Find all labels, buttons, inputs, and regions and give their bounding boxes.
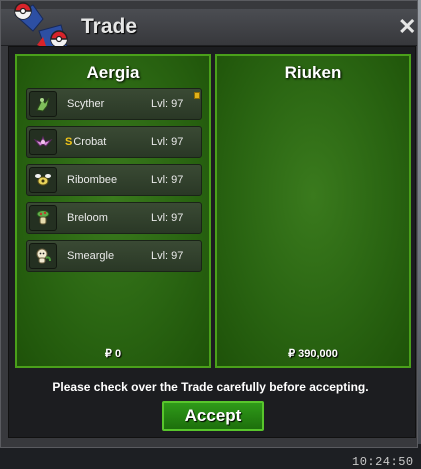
pokemon-name: Breloom — [67, 212, 108, 224]
pokemon-slot-breloom[interactable]: Breloom Lvl: 97 — [26, 202, 202, 234]
right-money-offer: ₽ 390,000 — [288, 348, 338, 360]
pokemon-name: Ribombee — [67, 174, 118, 186]
ribombee-icon — [29, 167, 57, 193]
scyther-icon — [29, 91, 57, 117]
held-item-icon — [194, 92, 200, 99]
pokemon-level: Lvl: 97 — [151, 250, 184, 262]
left-player-name: Aergia — [86, 63, 140, 82]
smeargle-icon — [29, 243, 57, 269]
pokemon-slot-ribombee[interactable]: Ribombee Lvl: 97 — [26, 164, 202, 196]
left-offer-panel: Aergia Scyther Lvl: 97 SCrobat Lvl: 97 R… — [15, 54, 211, 368]
pokemon-name: Smeargle — [67, 250, 115, 262]
clock-readout: 10:24:50 — [352, 455, 414, 469]
close-icon[interactable]: ✕ — [398, 16, 416, 38]
window-title: Trade — [81, 15, 138, 38]
pokemon-level: Lvl: 97 — [151, 212, 184, 224]
pokemon-level: Lvl: 97 — [151, 174, 184, 186]
trade-notice: Please check over the Trade carefully be… — [52, 380, 369, 394]
pokemon-level: Lvl: 97 — [151, 98, 184, 110]
pokemon-name-with-shiny: SCrobat — [65, 136, 106, 148]
breloom-icon — [29, 205, 57, 231]
pokemon-name: Scyther — [67, 98, 105, 110]
pokemon-name: Crobat — [73, 136, 107, 148]
pokemon-slot-smeargle[interactable]: Smeargle Lvl: 97 — [26, 240, 202, 272]
left-money-offer: ₽ 0 — [104, 348, 122, 360]
crobat-icon — [29, 129, 57, 155]
accept-button[interactable]: Accept — [162, 401, 264, 431]
pokemon-slot-crobat[interactable]: SCrobat Lvl: 97 — [26, 126, 202, 158]
pokemon-slot-scyther[interactable]: Scyther Lvl: 97 — [26, 88, 202, 120]
right-offer-panel: Riuken ₽ 390,000 — [215, 54, 411, 368]
shiny-indicator: S — [65, 136, 73, 148]
pokemon-level: Lvl: 97 — [151, 136, 184, 148]
right-player-name: Riuken — [284, 63, 342, 82]
